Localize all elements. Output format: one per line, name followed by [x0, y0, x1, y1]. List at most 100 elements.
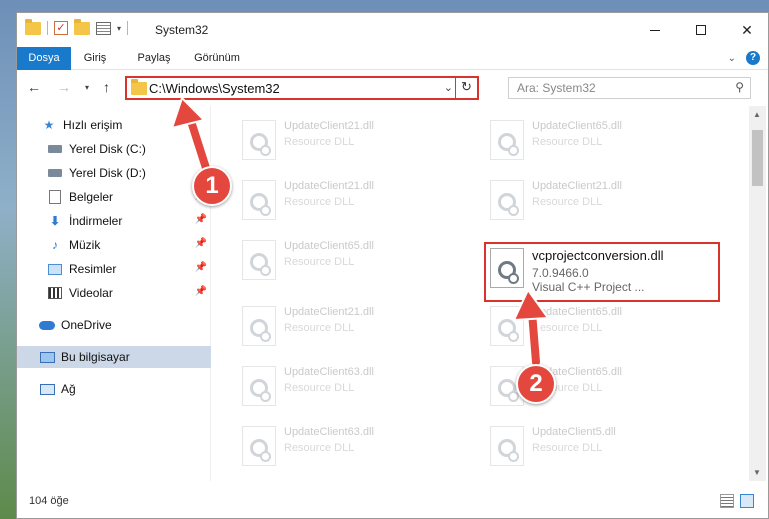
- expand-ribbon-icon[interactable]: ⌄: [728, 53, 736, 64]
- sidebar-item-pictures[interactable]: Resimler 📌: [17, 258, 211, 280]
- vertical-scrollbar[interactable]: ▲ ▼: [749, 106, 766, 481]
- address-history-chevron-icon[interactable]: ⌄: [444, 81, 453, 94]
- tab-share[interactable]: Paylaş: [129, 47, 179, 70]
- file-description: Resource DLL: [284, 136, 355, 148]
- sidebar-item-music[interactable]: ♪ Müzik 📌: [17, 234, 211, 256]
- file-list: UpdateClient21.dll Resource DLL UpdateCl…: [212, 106, 749, 481]
- list-item[interactable]: UpdateClient21.dll Resource DLL: [236, 300, 466, 352]
- quick-access-toolbar: ✓ ▾: [25, 18, 129, 35]
- search-placeholder: Ara: System32: [517, 81, 596, 95]
- search-input[interactable]: Ara: System32 ⚲: [508, 77, 751, 99]
- minimize-button[interactable]: [632, 13, 678, 47]
- forward-arrow-icon[interactable]: →: [57, 79, 71, 95]
- address-path[interactable]: C:\Windows\System32: [149, 81, 280, 96]
- file-description: Resource DLL: [532, 196, 603, 208]
- sidebar-item-label: Belgeler: [69, 190, 114, 204]
- refresh-icon[interactable]: ↻: [455, 76, 477, 100]
- sidebar-item-local-disk-c[interactable]: Yerel Disk (C:): [17, 138, 211, 160]
- video-icon: [47, 286, 63, 300]
- file-name: vcprojectconversion.dll: [532, 248, 664, 263]
- navigation-bar: ← → ▾ ↑ C:\Windows\System32 ⌄ ↻ Ara: Sys…: [17, 70, 768, 106]
- toolbar-separator: [47, 21, 48, 35]
- title-bar: ✓ ▾ System32 ✕: [17, 13, 768, 47]
- scroll-up-icon[interactable]: ▲: [753, 110, 761, 119]
- cloud-icon: [39, 318, 55, 332]
- recent-locations-icon[interactable]: ▾: [85, 83, 89, 92]
- dll-file-icon: [242, 426, 276, 466]
- ribbon-controls: ⌄ ?: [728, 51, 760, 65]
- dll-file-icon: [242, 366, 276, 406]
- up-arrow-icon[interactable]: ↑: [103, 79, 110, 95]
- folder-icon: [131, 79, 147, 95]
- step-1-callout: 1: [192, 166, 232, 206]
- list-item[interactable]: UpdateClient65.dll Resource DLL: [236, 234, 466, 286]
- network-icon: [39, 382, 55, 396]
- file-description: Resource DLL: [284, 442, 355, 454]
- file-description: Resource DLL: [532, 322, 603, 334]
- file-description: Resource DLL: [284, 256, 355, 268]
- dll-file-icon: [242, 180, 276, 220]
- pin-icon[interactable]: 📌: [195, 214, 207, 225]
- tab-home[interactable]: Giriş: [75, 47, 115, 70]
- tab-view[interactable]: Görünüm: [187, 47, 247, 70]
- sidebar-item-label: OneDrive: [61, 318, 112, 332]
- sidebar-item-videos[interactable]: Videolar 📌: [17, 282, 211, 304]
- file-version: 7.0.9466.0: [532, 266, 589, 280]
- explorer-window: ✓ ▾ System32 ✕ Dosya Giriş Paylaş Görünü…: [16, 12, 769, 519]
- maximize-icon: [696, 25, 706, 35]
- address-bar[interactable]: C:\Windows\System32 ⌄ ↻: [125, 76, 479, 100]
- star-icon: ★: [43, 118, 55, 132]
- help-icon[interactable]: ?: [746, 51, 760, 65]
- sidebar-item-this-pc[interactable]: Bu bilgisayar: [17, 346, 211, 368]
- step-2-callout: 2: [516, 364, 556, 404]
- tab-file[interactable]: Dosya: [17, 47, 71, 70]
- pin-icon[interactable]: 📌: [195, 238, 207, 249]
- list-item[interactable]: UpdateClient5.dll Resource DLL: [484, 420, 714, 472]
- scroll-down-icon[interactable]: ▼: [753, 468, 761, 477]
- file-name: UpdateClient21.dll: [284, 180, 374, 192]
- customize-toolbar-icon[interactable]: ▾: [117, 24, 121, 33]
- new-folder-icon[interactable]: [74, 18, 90, 35]
- tiles-view-icon[interactable]: [740, 494, 754, 508]
- ribbon-tabs: Dosya Giriş Paylaş Görünüm ⌄ ?: [17, 47, 768, 70]
- pin-icon[interactable]: 📌: [195, 286, 207, 297]
- disk-icon: [47, 166, 63, 180]
- sidebar-item-documents[interactable]: Belgeler 📌: [17, 186, 211, 208]
- close-icon: ✕: [741, 21, 753, 38]
- sidebar-item-network[interactable]: Ağ: [17, 378, 211, 400]
- sidebar-item-label: Videolar: [69, 286, 113, 300]
- list-item[interactable]: UpdateClient63.dll Resource DLL: [236, 360, 466, 412]
- search-icon[interactable]: ⚲: [735, 80, 744, 94]
- maximize-button[interactable]: [678, 13, 724, 47]
- details-view-icon[interactable]: [720, 494, 734, 508]
- sidebar-item-label: Müzik: [69, 238, 101, 252]
- sidebar-item-label: Bu bilgisayar: [61, 350, 130, 364]
- highlighted-dll-file[interactable]: vcprojectconversion.dll 7.0.9466.0 Visua…: [484, 242, 720, 302]
- file-name: UpdateClient63.dll: [284, 366, 374, 378]
- file-name: UpdateClient65.dll: [284, 240, 374, 252]
- sidebar-item-quick-access[interactable]: ★ Hızlı erişim: [17, 114, 211, 136]
- pin-icon[interactable]: 📌: [195, 262, 207, 273]
- properties-icon[interactable]: [96, 21, 111, 35]
- file-name: UpdateClient65.dll: [532, 306, 622, 318]
- list-item[interactable]: UpdateClient21.dll Resource DLL: [236, 114, 466, 166]
- sidebar-item-onedrive[interactable]: OneDrive: [17, 314, 211, 336]
- sidebar-item-downloads[interactable]: ⬇ İndirmeler 📌: [17, 210, 211, 232]
- sidebar-item-local-disk-d[interactable]: Yerel Disk (D:): [17, 162, 211, 184]
- list-item[interactable]: UpdateClient21.dll Resource DLL: [484, 174, 714, 226]
- scrollbar-thumb[interactable]: [752, 130, 763, 186]
- view-toggle: [720, 494, 754, 508]
- properties-check-icon[interactable]: ✓: [54, 21, 68, 35]
- documents-icon: [47, 190, 63, 204]
- computer-icon: [39, 350, 55, 364]
- disk-icon: [47, 142, 63, 156]
- sidebar-item-label: Resimler: [69, 262, 117, 276]
- list-item[interactable]: UpdateClient65.dll Resource DLL: [484, 114, 714, 166]
- close-button[interactable]: ✕: [724, 13, 768, 47]
- list-item[interactable]: UpdateClient21.dll Resource DLL: [236, 174, 466, 226]
- dll-file-icon: [490, 248, 524, 288]
- file-description: Visual C++ Project ...: [532, 280, 645, 294]
- list-item[interactable]: UpdateClient63.dll Resource DLL: [236, 420, 466, 472]
- list-item[interactable]: UpdateClient65.dll Resource DLL: [484, 300, 714, 352]
- back-arrow-icon[interactable]: ←: [27, 79, 41, 95]
